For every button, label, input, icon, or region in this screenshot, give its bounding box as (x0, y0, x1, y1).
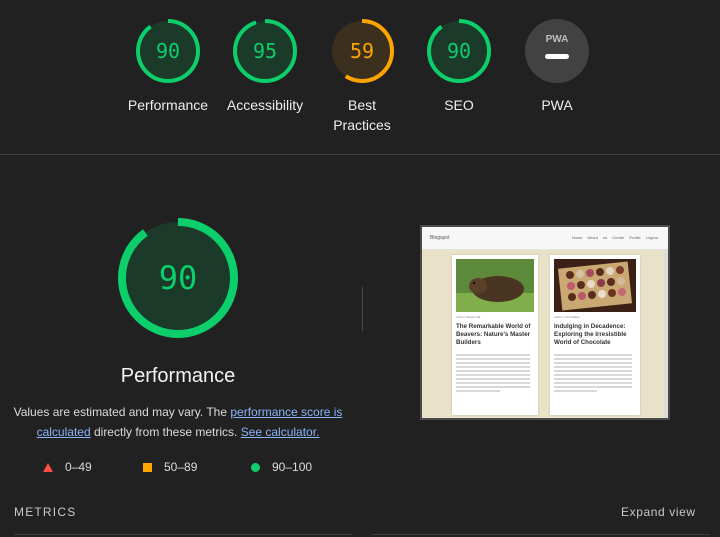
metrics-divider (372, 534, 710, 535)
gauge-ring: 59 (329, 18, 395, 84)
screenshot-card: Author: Beaver Elf The Remarkable World … (452, 255, 538, 415)
see-calculator-link[interactable]: See calculator. (241, 425, 320, 439)
performance-description: Values are estimated and may vary. The p… (8, 402, 348, 442)
square-orange-icon (143, 462, 152, 472)
legend-item-fail: 0–49 (43, 460, 92, 474)
gauge-ring: PWA (524, 18, 590, 84)
gauge-performance[interactable]: 90 Performance (113, 18, 223, 115)
gauge-score: 59 (349, 39, 375, 63)
gauge-ring: 90 (426, 18, 492, 84)
triangle-red-icon (43, 462, 53, 472)
pwa-dash-icon (545, 54, 569, 59)
legend-range: 50–89 (164, 460, 198, 474)
screenshot-nav-links: Home About us Create Profile Logout (571, 235, 658, 240)
screenshot-card-text (554, 354, 632, 394)
gauge-pwa[interactable]: PWA PWA (502, 18, 612, 115)
legend-item-average: 50–89 (143, 460, 197, 474)
screenshot-card-title: The Remarkable World of Beavers: Nature'… (456, 323, 531, 346)
screenshot-card-author: Author: Chocolatier (554, 315, 580, 319)
pwa-badge: PWA (525, 19, 589, 83)
section-divider (0, 154, 720, 155)
gauge-ring: 90 (135, 18, 201, 84)
final-screenshot[interactable]: Blogspot Home About us Create Profile Lo… (420, 225, 670, 420)
category-gauges: 90 Performance 95 Accessibility 59 Best … (0, 0, 720, 155)
gauge-label: Performance (127, 97, 209, 113)
screenshot-card: Author: Chocolatier Indulging in Decaden… (550, 255, 640, 415)
performance-gauge: 90 (117, 217, 239, 339)
legend-range: 90–100 (272, 460, 313, 474)
desc-text: directly from these metrics. (90, 425, 241, 439)
expand-view-button[interactable]: Expand view (621, 505, 696, 519)
gauge-score: 95 (252, 39, 278, 63)
performance-title: Performance (120, 365, 236, 387)
gauge-seo[interactable]: 90 SEO (404, 18, 514, 115)
legend-item-pass: 90–100 (251, 460, 312, 474)
gauge-best-practices[interactable]: 59 Best Practices (307, 18, 417, 135)
gauge-label: SEO (444, 97, 474, 113)
vertical-separator (362, 287, 363, 331)
screenshot-card-text (456, 354, 530, 394)
gauge-score: 90 (446, 39, 472, 63)
legend-range: 0–49 (65, 460, 92, 474)
beaver-image (456, 259, 534, 312)
screenshot-navbar: Blogspot Home About us Create Profile Lo… (422, 227, 668, 250)
screenshot-card-title: Indulging in Decadence: Exploring the Ir… (554, 323, 627, 346)
gauge-ring: 95 (232, 18, 298, 84)
performance-score: 90 (158, 259, 198, 297)
gauge-label: Best Practices (333, 97, 391, 133)
screenshot-scrollbar (664, 249, 668, 418)
metrics-divider (14, 534, 352, 535)
gauge-label: PWA (541, 97, 573, 113)
screenshot-card-author: Author: Beaver Elf (456, 315, 481, 319)
chocolate-image (554, 259, 636, 312)
screenshot-brand: Blogspot (430, 235, 450, 241)
pwa-badge-text: PWA (546, 34, 569, 45)
gauge-score: 90 (155, 39, 181, 63)
metrics-heading: METRICS (14, 505, 77, 519)
desc-text: Values are estimated and may vary. The (13, 405, 231, 419)
circle-green-icon (251, 462, 260, 472)
gauge-label: Accessibility (226, 97, 304, 113)
gauge-accessibility[interactable]: 95 Accessibility (210, 18, 320, 115)
